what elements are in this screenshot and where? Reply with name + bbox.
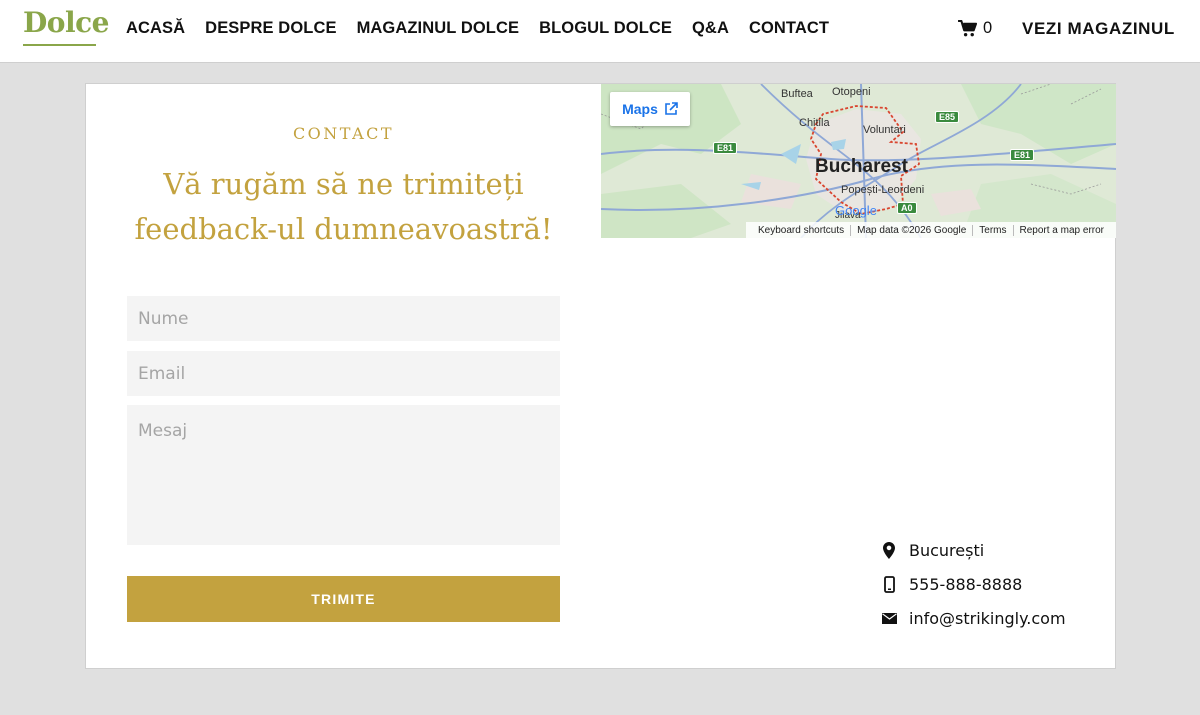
report-map-error-link[interactable]: Report a map error bbox=[1012, 224, 1110, 236]
message-input[interactable] bbox=[127, 405, 560, 545]
email-text[interactable]: info@strikingly.com bbox=[909, 609, 1066, 628]
cart-button[interactable]: 0 bbox=[958, 19, 992, 38]
nav-qa[interactable]: Q&A bbox=[692, 19, 729, 38]
nav-despre-dolce[interactable]: DESPRE DOLCE bbox=[205, 19, 336, 38]
contact-location: București bbox=[881, 541, 1111, 560]
map-label-bucharest: Bucharest bbox=[815, 156, 908, 177]
section-eyebrow: CONTACT bbox=[292, 124, 395, 143]
external-link-icon bbox=[665, 102, 678, 115]
nav-blogul-dolce[interactable]: BLOGUL DOLCE bbox=[539, 19, 672, 38]
map-label-voluntari: Voluntari bbox=[863, 124, 906, 136]
keyboard-shortcuts-link[interactable]: Keyboard shortcuts bbox=[752, 225, 850, 236]
site-logo[interactable]: Dolce bbox=[23, 6, 109, 39]
contact-phone: 555-888-8888 bbox=[881, 575, 1111, 594]
embedded-map[interactable]: Buftea Otopeni Chitila Voluntari Buchare… bbox=[601, 84, 1116, 238]
maps-button-label: Maps bbox=[622, 101, 658, 117]
road-sign-e81-right: E81 bbox=[1010, 149, 1035, 161]
submit-button[interactable]: TRIMITE bbox=[127, 576, 560, 622]
main-nav: ACASĂ DESPRE DOLCE MAGAZINUL DOLCE BLOGU… bbox=[126, 19, 849, 38]
email-input[interactable] bbox=[127, 351, 560, 396]
name-input[interactable] bbox=[127, 296, 560, 341]
site-header: Dolce ACASĂ DESPRE DOLCE MAGAZINUL DOLCE… bbox=[0, 0, 1200, 63]
mobile-phone-icon bbox=[881, 576, 897, 594]
envelope-icon bbox=[881, 610, 897, 628]
location-text: București bbox=[909, 541, 985, 560]
shopping-cart-icon bbox=[958, 20, 977, 37]
google-logo: Google bbox=[835, 203, 877, 218]
road-sign-e85: E85 bbox=[935, 111, 960, 123]
map-label-popesti-leordeni: Popești-Leordeni bbox=[841, 184, 925, 196]
nav-magazinul-dolce[interactable]: MAGAZINUL DOLCE bbox=[357, 19, 520, 38]
contact-email: info@strikingly.com bbox=[881, 609, 1111, 628]
nav-contact[interactable]: CONTACT bbox=[749, 19, 829, 38]
map-data-attribution: Map data ©2026 Google bbox=[850, 224, 972, 236]
contact-section: CONTACT Vă rugăm să ne trimiteți feedbac… bbox=[85, 83, 1116, 669]
nav-acasa[interactable]: ACASĂ bbox=[126, 19, 185, 38]
map-footer: Keyboard shortcuts Map data ©2026 Google… bbox=[745, 222, 1116, 238]
view-shop-link[interactable]: VEZI MAGAZINUL bbox=[1022, 19, 1175, 39]
map-label-buftea: Buftea bbox=[781, 88, 813, 100]
location-pin-icon bbox=[881, 542, 897, 560]
open-maps-button[interactable]: Maps bbox=[610, 92, 690, 126]
map-label-otopeni: Otopeni bbox=[832, 86, 871, 98]
map-label-chitila: Chitila bbox=[799, 117, 830, 129]
cart-count: 0 bbox=[983, 19, 993, 37]
phone-text: 555-888-8888 bbox=[909, 575, 1023, 594]
road-sign-e81-left: E81 bbox=[713, 142, 738, 154]
logo-underline bbox=[23, 44, 96, 46]
road-sign-a0: A0 bbox=[897, 202, 917, 214]
terms-link[interactable]: Terms bbox=[972, 224, 1012, 236]
section-headline: Vă rugăm să ne trimiteți feedback-ul dum… bbox=[134, 167, 553, 246]
